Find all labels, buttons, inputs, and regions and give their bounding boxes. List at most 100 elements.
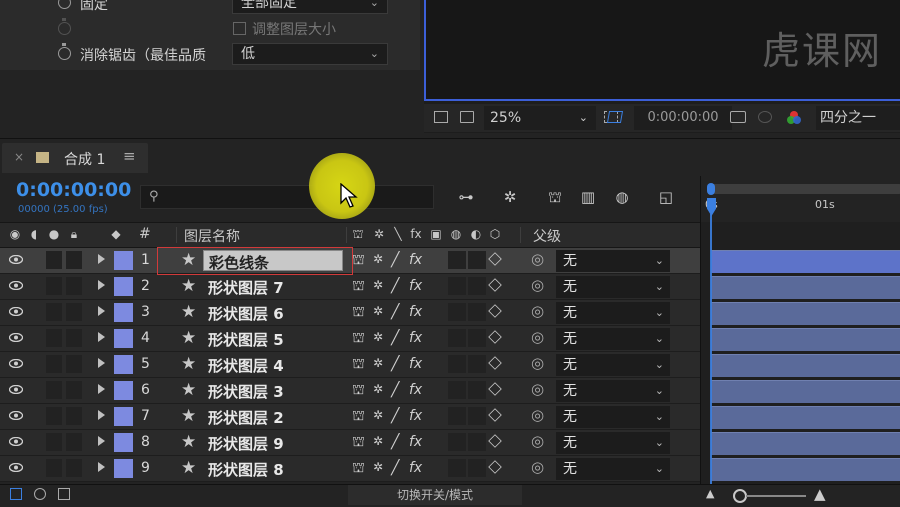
lock-toggle[interactable]: [66, 277, 82, 295]
pick-whip-icon[interactable]: ◎: [531, 328, 544, 346]
zoom-slider[interactable]: [746, 495, 806, 497]
motion-blur-switch[interactable]: [448, 407, 466, 425]
current-time-display[interactable]: 0:00:00:00: [16, 179, 131, 201]
expand-arrow-icon[interactable]: [98, 436, 105, 446]
pick-whip-icon[interactable]: ◎: [531, 458, 544, 476]
frame-blending-icon[interactable]: ▥: [578, 188, 598, 206]
layer-search-input[interactable]: ⚲: [140, 185, 434, 209]
label-color-swatch[interactable]: [114, 277, 133, 296]
fx-switch-icon[interactable]: fx: [409, 278, 422, 294]
solo-toggle[interactable]: [46, 459, 62, 477]
motion-blur-switch[interactable]: [448, 251, 466, 269]
layer-name[interactable]: 形状图层 8: [208, 459, 284, 480]
parent-dropdown[interactable]: 无 ⌄: [556, 302, 670, 324]
collapse-switch-icon[interactable]: ✲: [373, 408, 383, 422]
lock-toggle[interactable]: [66, 355, 82, 373]
adjustment-switch[interactable]: [468, 303, 486, 321]
label-color-swatch[interactable]: [114, 381, 133, 400]
tab-composition[interactable]: × 合成 1 ≡: [2, 143, 148, 173]
solo-toggle[interactable]: [46, 277, 62, 295]
lock-toggle[interactable]: [66, 381, 82, 399]
layer-row[interactable]: 4 ★ 形状图层 5 ⛫ ✲ ╱ fx ◎ 无 ⌄: [0, 326, 700, 352]
fx-switch-icon[interactable]: fx: [409, 356, 422, 372]
lock-toggle[interactable]: [66, 303, 82, 321]
visibility-eye-icon[interactable]: [9, 255, 23, 264]
motion-blur-switch[interactable]: [448, 381, 466, 399]
visibility-eye-icon[interactable]: [9, 385, 23, 394]
panel-menu-icon[interactable]: ≡: [123, 147, 136, 165]
parent-dropdown[interactable]: 无 ⌄: [556, 458, 670, 480]
3d-layer-cube-icon[interactable]: [488, 304, 502, 318]
adjustment-switch[interactable]: [468, 251, 486, 269]
timeline-tracks[interactable]: [700, 222, 900, 484]
shy-switch-icon[interactable]: ⛫: [352, 382, 365, 400]
pick-whip-icon[interactable]: ◎: [531, 276, 544, 294]
lock-toggle[interactable]: [66, 433, 82, 451]
layer-name[interactable]: 形状图层 4: [208, 355, 284, 376]
adjustment-switch[interactable]: [468, 433, 486, 451]
pick-whip-icon[interactable]: ◎: [531, 406, 544, 424]
expand-arrow-icon[interactable]: [98, 254, 105, 264]
column-layer-name[interactable]: 图层名称: [184, 226, 240, 246]
shy-switch-icon[interactable]: ⛫: [352, 356, 365, 374]
fx-switch-icon[interactable]: fx: [409, 252, 422, 268]
layer-duration-bar[interactable]: [711, 406, 900, 429]
stopwatch-icon[interactable]: [58, 43, 71, 60]
3d-layer-cube-icon[interactable]: [488, 278, 502, 292]
zoom-in-icon[interactable]: ▲: [814, 485, 826, 503]
motion-blur-icon[interactable]: ◍: [612, 188, 632, 206]
layer-name[interactable]: 形状图层 7: [208, 277, 284, 298]
time-ruler[interactable]: 0s 01s: [700, 176, 900, 222]
layer-row[interactable]: 9 ★ 形状图层 8 ⛫ ✲ ╱ fx ◎ 无 ⌄: [0, 456, 700, 482]
mask-visibility-icon[interactable]: [606, 111, 624, 123]
motion-blur-switch[interactable]: [448, 355, 466, 373]
transfer-controls-icon[interactable]: [34, 488, 46, 500]
parent-dropdown[interactable]: 无 ⌄: [556, 328, 670, 350]
shy-switch-icon[interactable]: ⛫: [352, 434, 365, 452]
label-color-swatch[interactable]: [114, 251, 133, 270]
solo-toggle[interactable]: [46, 407, 62, 425]
layer-name[interactable]: 形状图层 2: [208, 407, 284, 428]
layer-duration-bar[interactable]: [711, 432, 900, 455]
solo-toggle[interactable]: [46, 433, 62, 451]
fx-switch-icon[interactable]: fx: [409, 330, 422, 346]
parent-dropdown[interactable]: 无 ⌄: [556, 354, 670, 376]
expand-arrow-icon[interactable]: [98, 410, 105, 420]
always-preview-icon[interactable]: [434, 111, 448, 123]
shy-layers-icon[interactable]: ⛫: [545, 188, 565, 206]
collapse-switch-icon[interactable]: ✲: [373, 252, 383, 266]
lock-toggle[interactable]: [66, 407, 82, 425]
label-color-swatch[interactable]: [114, 407, 133, 426]
color-channels-icon[interactable]: [786, 110, 801, 124]
layer-name[interactable]: 形状图层 9: [208, 433, 284, 454]
fixed-dropdown[interactable]: 全部固定 ⌄: [232, 0, 388, 14]
layer-name[interactable]: 形状图层 3: [208, 381, 284, 402]
close-icon[interactable]: ×: [14, 150, 24, 164]
expand-arrow-icon[interactable]: [98, 462, 105, 472]
layer-row[interactable]: 6 ★ 形状图层 3 ⛫ ✲ ╱ fx ◎ 无 ⌄: [0, 378, 700, 404]
layer-duration-bar[interactable]: [711, 276, 900, 299]
solo-toggle[interactable]: [46, 355, 62, 373]
layer-duration-bar[interactable]: [711, 458, 900, 481]
shy-switch-icon[interactable]: ⛫: [352, 460, 365, 478]
3d-layer-cube-icon[interactable]: [488, 330, 502, 344]
pick-whip-icon[interactable]: ◎: [531, 354, 544, 372]
collapse-switch-icon[interactable]: ✲: [373, 330, 383, 344]
shy-switch-icon[interactable]: ⛫: [352, 408, 365, 426]
visibility-eye-icon[interactable]: [9, 437, 23, 446]
solo-toggle[interactable]: [46, 381, 62, 399]
fx-switch-icon[interactable]: fx: [409, 460, 422, 476]
motion-blur-switch[interactable]: [448, 303, 466, 321]
pick-whip-icon[interactable]: ◎: [531, 380, 544, 398]
layer-row[interactable]: 8 ★ 形状图层 9 ⛫ ✲ ╱ fx ◎ 无 ⌄: [0, 430, 700, 456]
quality-switch-icon[interactable]: ╱: [391, 252, 399, 268]
layer-name[interactable]: 形状图层 6: [208, 303, 284, 324]
quality-switch-icon[interactable]: ╱: [391, 460, 399, 476]
antialias-dropdown[interactable]: 低 ⌄: [232, 43, 388, 65]
3d-layer-cube-icon[interactable]: [488, 356, 502, 370]
adjustment-switch[interactable]: [468, 459, 486, 477]
expand-arrow-icon[interactable]: [98, 306, 105, 316]
collapse-switch-icon[interactable]: ✲: [373, 382, 383, 396]
viewer-timecode[interactable]: 0:00:00:00: [634, 106, 732, 130]
zoom-dropdown[interactable]: 25% ⌄: [484, 106, 596, 130]
